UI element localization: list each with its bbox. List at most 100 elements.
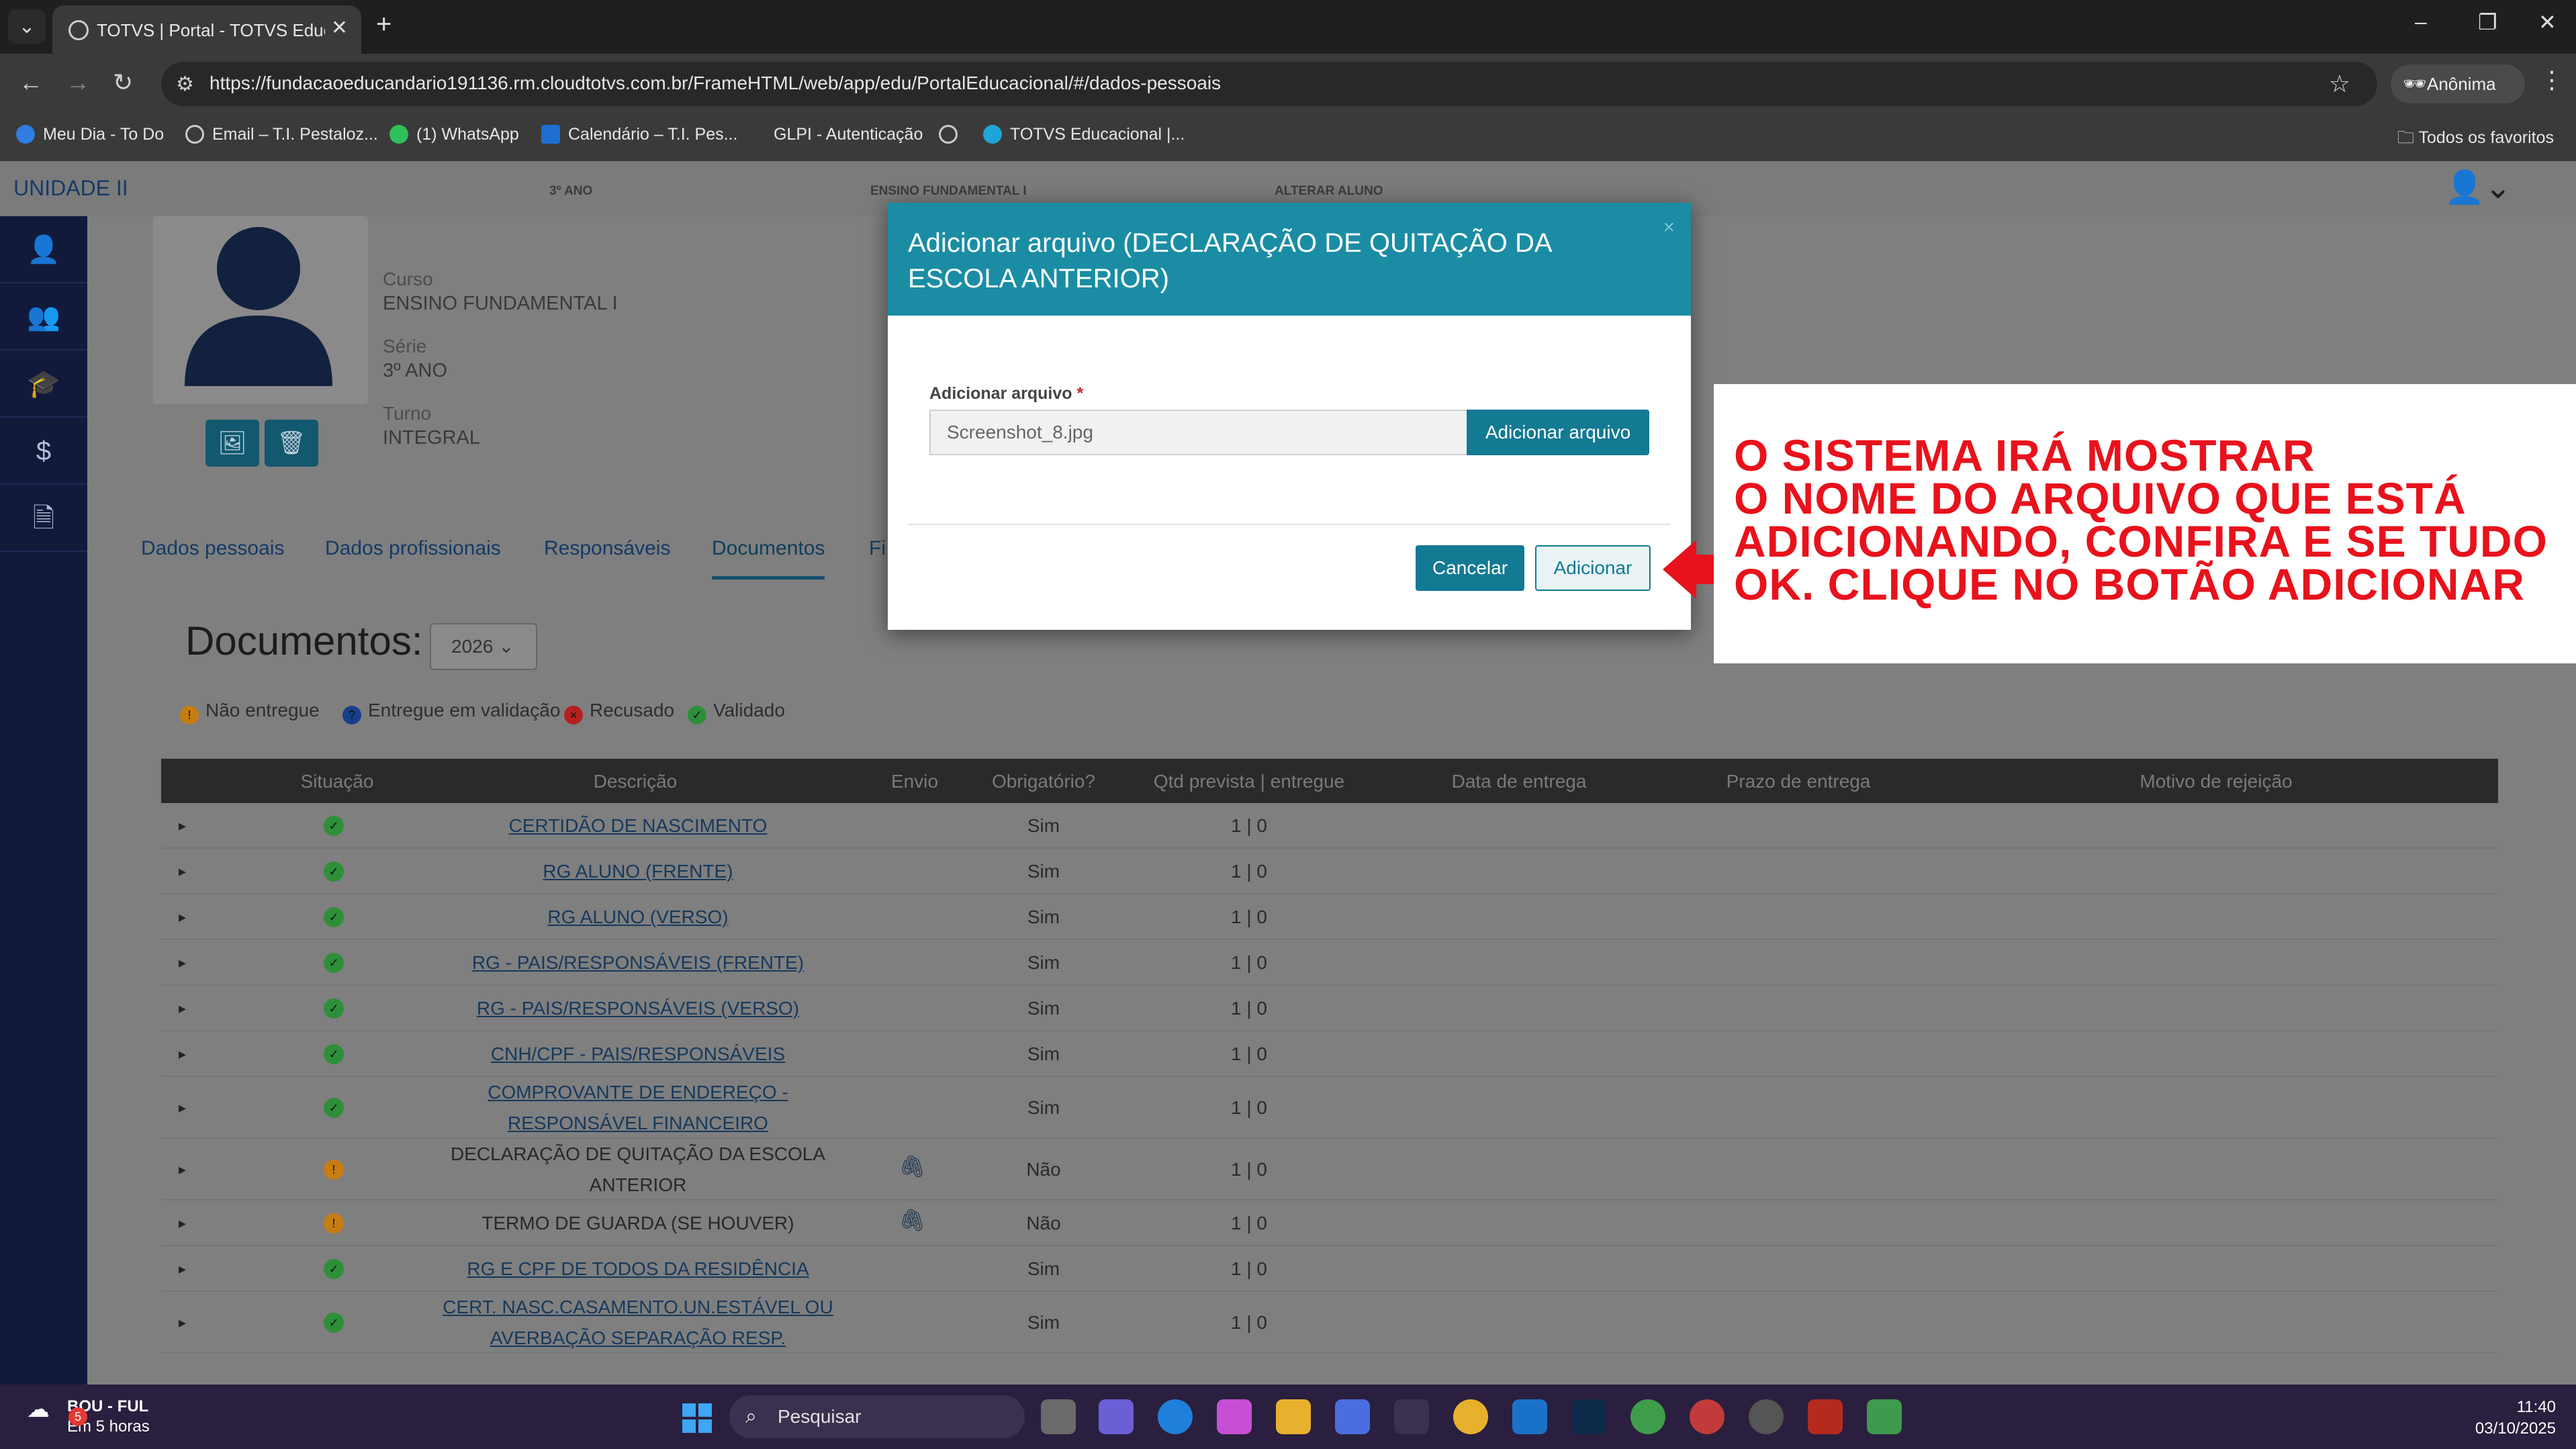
table-row[interactable]: ▸ ✓ RG ALUNO (FRENTE) Sim 1 | 0 [161, 849, 2498, 894]
bookmark-item[interactable]: Email – T.I. Pestaloz... [185, 125, 378, 144]
table-row[interactable]: ▸ ✓ RG - PAIS/RESPONSÁVEIS (FRENTE) Sim 1 | … [161, 940, 2498, 986]
col-prazo[interactable]: Prazo de entrega [1727, 771, 1871, 792]
expand-row-icon[interactable]: ▸ [179, 1314, 186, 1331]
year-select[interactable]: 2026 ⌄ [430, 623, 537, 670]
table-row[interactable]: ▸ ✓ CERTIDÃO DE NASCIMENTO Sim 1 | 0 [161, 803, 2498, 849]
tab-list-button[interactable]: ⌄ [8, 9, 46, 44]
outlook-icon[interactable] [1512, 1399, 1547, 1434]
restore-icon[interactable]: ❐ [2478, 9, 2497, 35]
document-description[interactable]: RG ALUNO (FRENTE) [403, 856, 873, 887]
table-row[interactable]: ▸ ✓ RG ALUNO (VERSO) Sim 1 | 0 [161, 894, 2498, 940]
bookmark-item[interactable]: TOTVS Educacional |... [983, 125, 1185, 144]
edge-icon[interactable] [1158, 1399, 1193, 1434]
bookmark-item[interactable]: GLPI - Autenticação [747, 125, 923, 144]
document-description[interactable]: RG - PAIS/RESPONSÁVEIS (FRENTE) [403, 947, 873, 978]
document-description[interactable]: CERTIDÃO DE NASCIMENTO [403, 810, 873, 841]
table-row[interactable]: ▸ ✓ COMPROVANTE DE ENDEREÇO - RESPONSÁVEL F… [161, 1077, 2498, 1139]
add-user-icon[interactable]: 👥 [0, 283, 87, 350]
app-icon[interactable] [1749, 1399, 1784, 1434]
file-name-input[interactable]: Screenshot_8.jpg [929, 410, 1481, 455]
table-row[interactable]: ▸! DECLARAÇÃO DE QUITAÇÃO DA ESCOLA ANTERI… [161, 1139, 2498, 1201]
taskbar-search[interactable]: ⌕ Pesquisar [729, 1395, 1025, 1438]
site-info-icon[interactable]: ⚙ [176, 73, 194, 96]
delete-photo-button[interactable]: 🗑 [265, 420, 318, 467]
expand-row-icon[interactable]: ▸ [179, 1000, 186, 1017]
filezilla-icon[interactable] [1808, 1399, 1843, 1434]
incognito-badge[interactable]: 🕶 Anônima [2391, 64, 2525, 103]
windows-start-icon[interactable] [682, 1403, 712, 1433]
expand-row-icon[interactable]: ▸ [179, 1099, 186, 1117]
tab-dados-pessoais[interactable]: Dados pessoais [141, 537, 284, 560]
task-view-icon[interactable] [1041, 1399, 1076, 1434]
modal-close-icon[interactable]: × [1663, 216, 1675, 239]
address-bar[interactable]: ⚙ https://fundacaoeducandario191136.rm.c… [161, 62, 2377, 106]
window-close-icon[interactable]: ✕ [2538, 9, 2557, 35]
browse-file-button[interactable]: Adicionar arquivo [1467, 410, 1649, 455]
spreadsheet-icon[interactable] [1867, 1399, 1902, 1434]
tab-close-icon[interactable]: ✕ [331, 16, 348, 40]
expand-row-icon[interactable]: ▸ [179, 908, 186, 926]
new-tab-icon[interactable]: + [376, 9, 392, 40]
graduation-cap-icon[interactable]: 🎓 [0, 350, 87, 418]
teams-icon[interactable] [1099, 1399, 1134, 1434]
table-row[interactable]: ▸ ✓ RG E CPF DE TODOS DA RESIDÊNCIA Sim 1 | … [161, 1246, 2498, 1292]
expand-row-icon[interactable]: ▸ [179, 1215, 186, 1232]
add-button[interactable]: Adicionar [1535, 545, 1651, 591]
document-description[interactable]: RG ALUNO (VERSO) [403, 902, 873, 933]
tab-financeiro[interactable]: Fi [869, 537, 886, 560]
document-description[interactable]: RG - PAIS/RESPONSÁVEIS (VERSO) [403, 993, 873, 1024]
table-row[interactable]: ▸ ✓ CNH/CPF - PAIS/RESPONSÁVEIS Sim 1 | 0 [161, 1031, 2498, 1077]
expand-row-icon[interactable]: ▸ [179, 954, 186, 972]
col-envio[interactable]: Envio [891, 771, 938, 792]
col-data-entrega[interactable]: Data de entrega [1452, 771, 1587, 792]
tab-responsaveis[interactable]: Responsáveis [544, 537, 670, 560]
terminal-icon[interactable] [1394, 1399, 1429, 1434]
expand-row-icon[interactable]: ▸ [179, 1260, 186, 1278]
col-motivo[interactable]: Motivo de rejeição [2140, 771, 2292, 792]
table-row[interactable]: ▸ ✓ RG - PAIS/RESPONSÁVEIS (VERSO) Sim 1 | 0 [161, 986, 2498, 1031]
forward-arrow-icon[interactable]: → [66, 68, 90, 97]
table-row[interactable]: ▸ ✓ CERT. NASC.CASAMENTO.UN.ESTÁVEL OU AVER… [161, 1292, 2498, 1354]
copilot-icon[interactable] [1217, 1399, 1252, 1434]
col-obrigatorio[interactable]: Obrigatório? [992, 771, 1095, 792]
document-icon[interactable]: 🗎 [0, 485, 87, 552]
chrome-incognito-icon[interactable] [1690, 1399, 1724, 1434]
document-description[interactable]: COMPROVANTE DE ENDEREÇO - RESPONSÁVEL FIN… [403, 1077, 873, 1139]
attach-clip-icon[interactable]: 🖇 [899, 1207, 926, 1233]
tab-dados-profissionais[interactable]: Dados profissionais [325, 537, 501, 560]
expand-row-icon[interactable]: ▸ [179, 817, 186, 835]
table-row[interactable]: ▸! TERMO DE GUARDA (SE HOUVER) 🖇 Não 1 | 0 [161, 1201, 2498, 1246]
bookmark-item[interactable]: Meu Dia - To Do [16, 125, 164, 144]
user-avatar-icon[interactable]: 👤⌄ [2444, 168, 2512, 206]
chrome-icon[interactable] [1453, 1399, 1488, 1434]
expand-row-icon[interactable]: ▸ [179, 1161, 186, 1178]
expand-row-icon[interactable]: ▸ [179, 1045, 186, 1063]
col-qtd[interactable]: Qtd prevista | entregue [1154, 771, 1344, 792]
browser-menu-icon[interactable]: ⋮ [2540, 66, 2564, 94]
col-descricao[interactable]: Descrição [594, 771, 677, 792]
document-description[interactable]: CNH/CPF - PAIS/RESPONSÁVEIS [403, 1039, 873, 1070]
unit-label[interactable]: UNIDADE II [13, 176, 128, 201]
url-text[interactable]: https://fundacaoeducandario191136.rm.clo… [210, 73, 1221, 94]
photoshop-icon[interactable] [1571, 1399, 1606, 1434]
bookmark-item[interactable]: Calendário – T.I. Pes... [541, 125, 737, 144]
user-icon[interactable]: 👤 [0, 216, 87, 283]
reload-icon[interactable]: ↻ [113, 68, 133, 97]
store-icon[interactable] [1335, 1399, 1370, 1434]
change-photo-button[interactable]: 🖼 [205, 420, 259, 467]
expand-row-icon[interactable]: ▸ [179, 863, 186, 880]
attach-clip-icon[interactable]: 🖇 [899, 1154, 926, 1179]
bookmark-item[interactable]: (1) WhatsApp [389, 125, 519, 144]
document-description[interactable]: CERT. NASC.CASAMENTO.UN.ESTÁVEL OU AVERBA… [403, 1292, 873, 1354]
weather-widget[interactable]: ☁ 5 BOU - FUL Em 5 horas [27, 1397, 150, 1437]
dollar-icon[interactable]: $ [0, 418, 87, 485]
all-bookmarks-folder[interactable]: 🗀 Todos os favoritos [2397, 125, 2554, 154]
cancel-button[interactable]: Cancelar [1416, 545, 1524, 591]
chrome-profile-icon[interactable] [1630, 1399, 1665, 1434]
browser-tab-active[interactable]: TOTVS | Portal - TOTVS Educacional ✕ [52, 5, 361, 54]
tab-documentos[interactable]: Documentos [712, 537, 825, 579]
bookmark-item[interactable] [939, 125, 966, 144]
col-situacao[interactable]: Situação [301, 771, 374, 792]
change-student-link[interactable]: ALTERAR ALUNO [1275, 184, 1383, 199]
bookmark-star-icon[interactable]: ☆ [2329, 70, 2350, 98]
